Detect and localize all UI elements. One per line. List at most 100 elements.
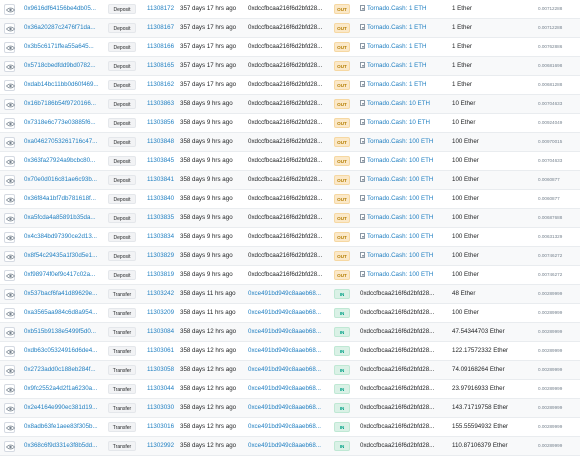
block-link[interactable]: 11303840 — [147, 190, 174, 208]
method-badge: Transfer — [108, 365, 136, 375]
txn-hash-link[interactable]: 0x2723add0c188eb284f... — [24, 361, 102, 379]
block-link[interactable]: 11303841 — [147, 171, 174, 189]
block-link[interactable]: 11302992 — [147, 437, 174, 455]
eye-icon[interactable] — [4, 346, 15, 357]
eye-icon[interactable] — [4, 403, 15, 414]
txn-hash-link[interactable]: 0x16b7186b54f9720166... — [24, 95, 102, 113]
eye-icon[interactable] — [4, 251, 15, 262]
eye-icon[interactable] — [4, 99, 15, 110]
block-link[interactable]: 11303061 — [147, 342, 174, 360]
to-address[interactable]: Tornado.Cash: 100 ETH — [360, 171, 446, 189]
block-link[interactable]: 11308166 — [147, 38, 174, 56]
to-address[interactable]: Tornado.Cash: 1 ETH — [360, 57, 446, 75]
to-address[interactable]: Tornado.Cash: 100 ETH — [360, 152, 446, 170]
to-address[interactable]: Tornado.Cash: 1 ETH — [360, 0, 446, 18]
block-link[interactable]: 11303819 — [147, 266, 174, 284]
txn-hash-link[interactable]: 0x3b5c6171ffea55a645... — [24, 38, 102, 56]
from-address[interactable]: 0xce491bd949c8aaeb68... — [248, 399, 330, 417]
txn-hash-link[interactable]: 0xf98974f0ef9c417c02a... — [24, 266, 102, 284]
eye-icon[interactable] — [4, 365, 15, 376]
txn-hash-link[interactable]: 0x36f84a1bf7db781618f... — [24, 190, 102, 208]
eye-icon[interactable] — [4, 213, 15, 224]
to-address[interactable]: Tornado.Cash: 100 ETH — [360, 266, 446, 284]
block-link[interactable]: 11303863 — [147, 95, 174, 113]
block-link[interactable]: 11303084 — [147, 323, 174, 341]
block-link[interactable]: 11303829 — [147, 247, 174, 265]
to-address[interactable]: Tornado.Cash: 1 ETH — [360, 19, 446, 37]
block-link[interactable]: 11303835 — [147, 209, 174, 227]
txn-hash-link[interactable]: 0xdb63c05324916d6de4... — [24, 342, 102, 360]
from-address[interactable]: 0xce491bd949c8aaeb68... — [248, 418, 330, 436]
txn-hash-link[interactable]: 0xa3565aa984c6d8a954... — [24, 304, 102, 322]
txn-hash-link[interactable]: 0xdab14bc11bb0d60f469... — [24, 76, 102, 94]
eye-icon[interactable] — [4, 194, 15, 205]
from-address[interactable]: 0xce491bd949c8aaeb68... — [248, 285, 330, 303]
txn-hash-link[interactable]: 0x2e4164e990ec381d19... — [24, 399, 102, 417]
block-link[interactable]: 11308167 — [147, 19, 174, 37]
to-address[interactable]: Tornado.Cash: 1 ETH — [360, 38, 446, 56]
txn-hash-link[interactable]: 0xa5fcda4a85891b35da... — [24, 209, 102, 227]
to-address[interactable]: Tornado.Cash: 100 ETH — [360, 190, 446, 208]
eye-icon[interactable] — [4, 270, 15, 281]
block-link[interactable]: 11303848 — [147, 133, 174, 151]
to-address[interactable]: Tornado.Cash: 100 ETH — [360, 228, 446, 246]
eye-icon[interactable] — [4, 23, 15, 34]
eye-icon[interactable] — [4, 289, 15, 300]
txn-hash-link[interactable]: 0x9616df64156be4db05... — [24, 0, 102, 18]
txn-hash-link[interactable]: 0xa04627053261716c47... — [24, 133, 102, 151]
block-link[interactable]: 11303058 — [147, 361, 174, 379]
age-text: 358 days 9 hrs ago — [180, 271, 233, 278]
eye-icon[interactable] — [4, 80, 15, 91]
from-address[interactable]: 0xce491bd949c8aaeb68... — [248, 380, 330, 398]
block-link[interactable]: 11303030 — [147, 399, 174, 417]
txn-hash-link[interactable]: 0x70e0d016c81ae6c93b... — [24, 171, 102, 189]
block-link[interactable]: 11303856 — [147, 114, 174, 132]
from-address[interactable]: 0xce491bd949c8aaeb68... — [248, 342, 330, 360]
block-link[interactable]: 11308165 — [147, 57, 174, 75]
eye-icon[interactable] — [4, 156, 15, 167]
from-address[interactable]: 0xce491bd949c8aaeb68... — [248, 323, 330, 341]
txn-hash-link[interactable]: 0x537bacf6fa41d89629e... — [24, 285, 102, 303]
eye-icon[interactable] — [4, 327, 15, 338]
eye-icon[interactable] — [4, 308, 15, 319]
to-address[interactable]: Tornado.Cash: 100 ETH — [360, 209, 446, 227]
block-link[interactable]: 11303016 — [147, 418, 174, 436]
from-address[interactable]: 0xce491bd949c8aaeb68... — [248, 437, 330, 455]
eye-icon[interactable] — [4, 441, 15, 452]
block-link[interactable]: 11303845 — [147, 152, 174, 170]
to-address[interactable]: Tornado.Cash: 10 ETH — [360, 114, 446, 132]
txn-hash-link[interactable]: 0x8f54c29435a1f30d5e1... — [24, 247, 102, 265]
block-link[interactable]: 11303044 — [147, 380, 174, 398]
block-link[interactable]: 11308162 — [147, 76, 174, 94]
eye-icon[interactable] — [4, 42, 15, 53]
from-address[interactable]: 0xce491bd949c8aaeb68... — [248, 304, 330, 322]
to-address[interactable]: Tornado.Cash: 100 ETH — [360, 247, 446, 265]
eye-icon[interactable] — [4, 137, 15, 148]
to-address[interactable]: Tornado.Cash: 1 ETH — [360, 76, 446, 94]
txn-hash-link[interactable]: 0x5718cbedfdd9bd0782... — [24, 57, 102, 75]
block-link[interactable]: 11303242 — [147, 285, 174, 303]
from-address[interactable]: 0xce491bd949c8aaeb68... — [248, 361, 330, 379]
eye-icon[interactable] — [4, 175, 15, 186]
to-address[interactable]: Tornado.Cash: 10 ETH — [360, 95, 446, 113]
txn-hash-link[interactable]: 0x9fc2552a4d2f1a6230a... — [24, 380, 102, 398]
txn-hash-link[interactable]: 0x368c6f9d331e3f8b5dd... — [24, 437, 102, 455]
eye-icon[interactable] — [4, 232, 15, 243]
to-address[interactable]: Tornado.Cash: 100 ETH — [360, 133, 446, 151]
eye-icon[interactable] — [4, 384, 15, 395]
eye-icon[interactable] — [4, 61, 15, 72]
txn-hash-link[interactable]: 0xb515b9138e5499f5d0... — [24, 323, 102, 341]
block-link[interactable]: 11303834 — [147, 228, 174, 246]
txn-hash-link[interactable]: 0x4c384bd97390ce2d13... — [24, 228, 102, 246]
eye-icon[interactable] — [4, 118, 15, 129]
txn-fee: 0.00687688 — [538, 215, 563, 220]
txn-fee: 0.00924049 — [538, 120, 563, 125]
block-link[interactable]: 11303209 — [147, 304, 174, 322]
txn-hash-link[interactable]: 0x363fa27924a9bcbc80... — [24, 152, 102, 170]
txn-hash-link[interactable]: 0x7318e6c773e03885f6... — [24, 114, 102, 132]
txn-hash-link[interactable]: 0x8adb63fe1aee83f305b... — [24, 418, 102, 436]
block-link[interactable]: 11308172 — [147, 0, 174, 18]
txn-hash-link[interactable]: 0x36a20287c2476f71da... — [24, 19, 102, 37]
eye-icon[interactable] — [4, 4, 15, 15]
eye-icon[interactable] — [4, 422, 15, 433]
